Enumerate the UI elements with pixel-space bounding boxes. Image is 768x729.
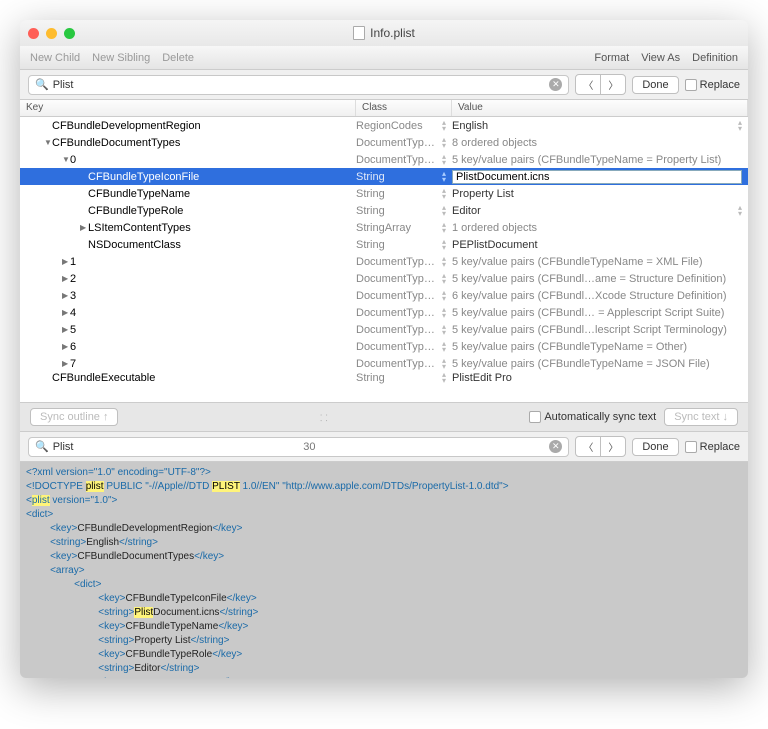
zoom-icon[interactable]: [64, 28, 75, 39]
outline-table[interactable]: CFBundleDevelopmentRegionRegionCodes▴▾En…: [20, 117, 748, 402]
nav-buttons: 〈 〉: [575, 74, 626, 95]
table-row[interactable]: ▶1DocumentTyp…▴▾5 key/value pairs (CFBun…: [20, 253, 748, 270]
stepper-icon[interactable]: ▴▾: [442, 341, 446, 353]
table-row[interactable]: NSDocumentClassString▴▾PEPlistDocument: [20, 236, 748, 253]
disclosure-icon[interactable]: ▶: [62, 359, 70, 368]
disclosure-icon[interactable]: ▶: [62, 308, 70, 317]
table-row[interactable]: ▶3DocumentTyp…▴▾6 key/value pairs (CFBun…: [20, 287, 748, 304]
disclosure-icon[interactable]: ▶: [62, 325, 70, 334]
disclosure-icon[interactable]: ▶: [80, 223, 88, 232]
sync-bar: Sync outline ↑ ⸬ Automatically sync text…: [20, 402, 748, 432]
stepper-icon[interactable]: ▴▾: [442, 205, 446, 217]
disclosure-icon[interactable]: ▶: [62, 257, 70, 266]
stepper-icon[interactable]: ▴▾: [738, 205, 742, 217]
stepper-icon[interactable]: ▴▾: [442, 137, 446, 149]
header-key[interactable]: Key: [20, 100, 356, 116]
value-editor[interactable]: PlistDocument.icns: [452, 170, 742, 184]
definition-menu[interactable]: Definition: [692, 52, 738, 64]
traffic-lights: [28, 28, 75, 39]
delete-button[interactable]: Delete: [162, 52, 194, 64]
sync-outline-button[interactable]: Sync outline ↑: [30, 408, 118, 426]
window: Info.plist New Child New Sibling Delete …: [20, 20, 748, 678]
search-icon: 🔍: [35, 78, 49, 91]
prev-button[interactable]: 〈: [576, 437, 600, 456]
stepper-icon[interactable]: ▴▾: [442, 307, 446, 319]
checkbox-icon: [685, 441, 697, 453]
table-row[interactable]: ▶7DocumentTyp…▴▾5 key/value pairs (CFBun…: [20, 355, 748, 372]
table-header: Key Class Value: [20, 100, 748, 117]
table-row[interactable]: CFBundleExecutableString▴▾PlistEdit Pro: [20, 372, 748, 384]
clear-icon[interactable]: ✕: [549, 440, 562, 453]
new-child-button[interactable]: New Child: [30, 52, 80, 64]
search-bar-bottom: 🔍 Plist 30 ✕ 〈 〉 Done Replace: [20, 432, 748, 462]
stepper-icon[interactable]: ▴▾: [442, 324, 446, 336]
checkbox-icon: [685, 79, 697, 91]
search-input-top[interactable]: 🔍 Plist ✕: [28, 75, 569, 95]
stepper-icon[interactable]: ▴▾: [442, 171, 446, 183]
search-bar-top: 🔍 Plist ✕ 〈 〉 Done Replace: [20, 70, 748, 100]
next-button[interactable]: 〉: [600, 75, 625, 94]
stepper-icon[interactable]: ▴▾: [442, 358, 446, 370]
stepper-icon[interactable]: ▴▾: [442, 273, 446, 285]
table-row[interactable]: CFBundleTypeIconFileString▴▾PlistDocumen…: [20, 168, 748, 185]
stepper-icon[interactable]: ▴▾: [442, 372, 446, 384]
header-value[interactable]: Value: [452, 100, 748, 116]
search-query: Plist: [53, 79, 74, 91]
table-row[interactable]: ▶4DocumentTyp…▴▾5 key/value pairs (CFBun…: [20, 304, 748, 321]
search-input-bottom[interactable]: 🔍 Plist 30 ✕: [28, 437, 569, 457]
window-title: Info.plist: [20, 26, 748, 40]
minimize-icon[interactable]: [46, 28, 57, 39]
table-row[interactable]: CFBundleTypeNameString▴▾Property List: [20, 185, 748, 202]
close-icon[interactable]: [28, 28, 39, 39]
disclosure-icon[interactable]: ▶: [62, 342, 70, 351]
stepper-icon[interactable]: ▴▾: [442, 120, 446, 132]
replace-toggle[interactable]: Replace: [685, 79, 740, 91]
file-icon: [353, 26, 365, 40]
stepper-icon[interactable]: ▴▾: [442, 188, 446, 200]
done-button[interactable]: Done: [632, 438, 678, 456]
view-as-menu[interactable]: View As: [641, 52, 680, 64]
xml-source-view[interactable]: <?xml version="1.0" encoding="UTF-8"?> <…: [20, 462, 748, 678]
table-row[interactable]: ▼0DocumentTyp…▴▾5 key/value pairs (CFBun…: [20, 151, 748, 168]
table-row[interactable]: ▶6DocumentTyp…▴▾5 key/value pairs (CFBun…: [20, 338, 748, 355]
drag-handle-icon[interactable]: ⸬: [126, 411, 521, 424]
format-menu[interactable]: Format: [594, 52, 629, 64]
done-button[interactable]: Done: [632, 76, 678, 94]
next-button[interactable]: 〉: [600, 437, 625, 456]
stepper-icon[interactable]: ▴▾: [738, 120, 742, 132]
checkbox-icon: [529, 411, 541, 423]
table-row[interactable]: ▼CFBundleDocumentTypesDocumentTyp…▴▾8 or…: [20, 134, 748, 151]
replace-toggle[interactable]: Replace: [685, 441, 740, 453]
title-text: Info.plist: [370, 26, 415, 40]
table-row[interactable]: ▶2DocumentTyp…▴▾5 key/value pairs (CFBun…: [20, 270, 748, 287]
result-count: 30: [303, 441, 315, 453]
search-query: Plist: [53, 441, 74, 453]
clear-icon[interactable]: ✕: [549, 78, 562, 91]
table-row[interactable]: CFBundleDevelopmentRegionRegionCodes▴▾En…: [20, 117, 748, 134]
nav-buttons: 〈 〉: [575, 436, 626, 457]
header-class[interactable]: Class: [356, 100, 452, 116]
sync-text-button[interactable]: Sync text ↓: [664, 408, 738, 426]
disclosure-icon[interactable]: ▼: [62, 155, 70, 164]
new-sibling-button[interactable]: New Sibling: [92, 52, 150, 64]
auto-sync-toggle[interactable]: Automatically sync text: [529, 411, 656, 423]
stepper-icon[interactable]: ▴▾: [442, 256, 446, 268]
disclosure-icon[interactable]: ▼: [44, 138, 52, 147]
search-icon: 🔍: [35, 440, 49, 453]
stepper-icon[interactable]: ▴▾: [442, 239, 446, 251]
stepper-icon[interactable]: ▴▾: [442, 290, 446, 302]
stepper-icon[interactable]: ▴▾: [442, 222, 446, 234]
stepper-icon[interactable]: ▴▾: [442, 154, 446, 166]
table-row[interactable]: ▶LSItemContentTypesStringArray▴▾1 ordere…: [20, 219, 748, 236]
disclosure-icon[interactable]: ▶: [62, 274, 70, 283]
disclosure-icon[interactable]: ▶: [62, 291, 70, 300]
titlebar: Info.plist: [20, 20, 748, 46]
toolbar: New Child New Sibling Delete Format View…: [20, 46, 748, 70]
table-row[interactable]: ▶5DocumentTyp…▴▾5 key/value pairs (CFBun…: [20, 321, 748, 338]
prev-button[interactable]: 〈: [576, 75, 600, 94]
table-row[interactable]: CFBundleTypeRoleString▴▾Editor▴▾: [20, 202, 748, 219]
